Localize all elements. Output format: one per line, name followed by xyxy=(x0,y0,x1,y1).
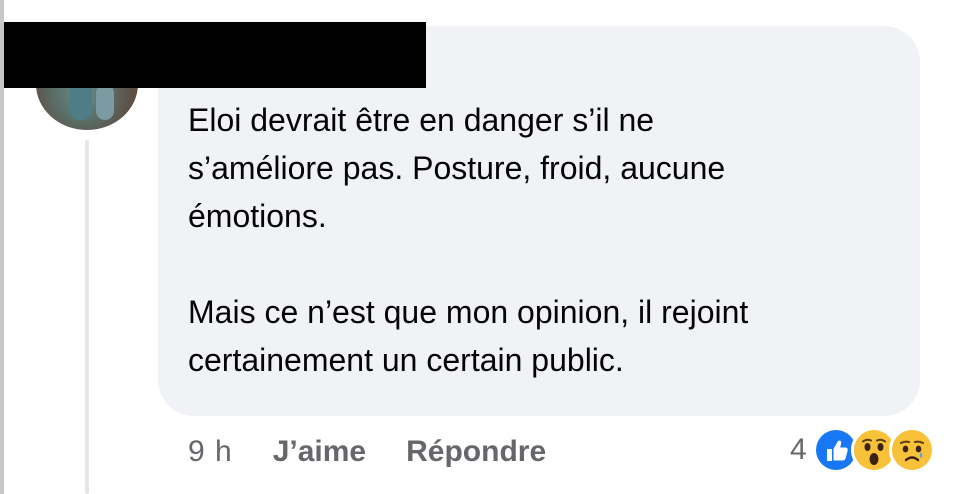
comment-paragraph: Eloi devrait être en danger s’il ne s’am… xyxy=(188,102,726,234)
sad-icon xyxy=(888,427,935,473)
comment-text: Eloi devrait être en danger s’il ne s’am… xyxy=(188,96,908,384)
reactions-summary[interactable]: 4 xyxy=(790,427,935,473)
timestamp-link[interactable]: 9 h xyxy=(188,435,233,469)
redacted-author-name xyxy=(4,22,426,88)
like-button[interactable]: J’aime xyxy=(273,435,366,469)
reply-button[interactable]: Répondre xyxy=(406,435,546,469)
reaction-icons xyxy=(812,427,935,473)
comment-actions: 9 h J’aime Répondre xyxy=(188,432,546,472)
avatar-photo-figure xyxy=(96,84,114,120)
reaction-count: 4 xyxy=(790,433,807,466)
comment-paragraph: Mais ce n’est que mon opinion, il rejoin… xyxy=(188,294,749,378)
thread-line xyxy=(85,140,89,494)
